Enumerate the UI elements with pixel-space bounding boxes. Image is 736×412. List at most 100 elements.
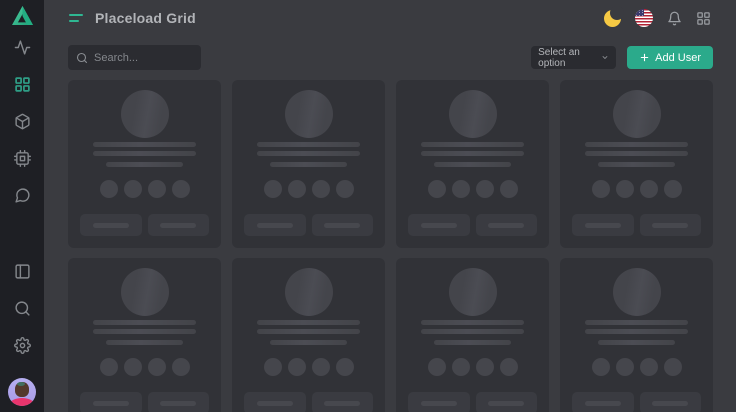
text-placeholder-lines — [78, 320, 211, 345]
placeholder-line — [585, 151, 689, 156]
sidebar-item-components[interactable] — [8, 115, 36, 133]
placeholder-line — [93, 142, 197, 147]
button-placeholder — [312, 214, 374, 236]
button-label-placeholder — [585, 223, 621, 228]
icon-dots-placeholder — [78, 180, 211, 198]
placeholder-line — [598, 162, 675, 167]
button-placeholders — [570, 392, 703, 412]
search-box — [68, 45, 201, 70]
user-card-placeholder — [560, 258, 713, 412]
button-label-placeholder — [488, 401, 524, 406]
avatar-shirt — [10, 398, 34, 406]
button-label-placeholder — [324, 401, 360, 406]
avatar-placeholder — [121, 268, 169, 316]
user-avatar[interactable] — [8, 378, 36, 406]
dot-placeholder — [124, 180, 142, 198]
avatar-placeholder — [613, 90, 661, 138]
avatar-placeholder — [449, 268, 497, 316]
user-card-placeholder — [232, 258, 385, 412]
text-placeholder-lines — [406, 142, 539, 167]
button-label-placeholder — [160, 223, 196, 228]
button-label-placeholder — [93, 401, 129, 406]
dot-placeholder — [664, 358, 682, 376]
sidebar-item-messages[interactable] — [8, 189, 36, 207]
button-placeholders — [242, 214, 375, 236]
button-placeholder — [80, 392, 142, 412]
select-value: Select an option — [538, 47, 601, 69]
sidebar-item-search[interactable] — [8, 302, 36, 320]
sidebar-item-dashboard-grid[interactable] — [8, 78, 36, 96]
button-placeholder — [244, 392, 306, 412]
apps-grid-icon[interactable] — [696, 11, 711, 26]
button-placeholders — [570, 214, 703, 236]
dot-placeholder — [616, 180, 634, 198]
text-placeholder-lines — [570, 142, 703, 167]
placeholder-line — [421, 142, 525, 147]
sidebar-bottom — [8, 265, 36, 412]
avatar-placeholder — [285, 90, 333, 138]
notifications-bell-icon[interactable] — [667, 11, 682, 26]
button-label-placeholder — [160, 401, 196, 406]
search-icon — [14, 300, 31, 322]
dot-placeholder — [428, 180, 446, 198]
user-card-placeholder — [68, 80, 221, 248]
box-icon — [14, 113, 31, 135]
placeholder-line — [434, 340, 511, 345]
dot-placeholder — [288, 358, 306, 376]
search-input[interactable] — [94, 52, 193, 64]
sidebar-item-panels[interactable] — [8, 265, 36, 283]
sidebar-item-activity[interactable] — [8, 41, 36, 59]
text-placeholder-lines — [242, 320, 375, 345]
triangle-logo-icon — [11, 5, 34, 31]
button-label-placeholder — [652, 401, 688, 406]
placeholder-line — [598, 340, 675, 345]
dot-placeholder — [148, 358, 166, 376]
dot-placeholder — [592, 180, 610, 198]
button-label-placeholder — [421, 223, 457, 228]
app-logo[interactable] — [0, 0, 44, 36]
menu-toggle-icon[interactable] — [69, 12, 85, 24]
button-label-placeholder — [257, 223, 293, 228]
add-user-button[interactable]: Add User — [627, 46, 713, 69]
button-placeholder — [476, 392, 538, 412]
dot-placeholder — [428, 358, 446, 376]
dot-placeholder — [452, 358, 470, 376]
placeholder-line — [421, 320, 525, 325]
main-area: Placeload Grid Select an option — [44, 0, 736, 412]
dot-placeholder — [312, 358, 330, 376]
button-placeholder — [80, 214, 142, 236]
icon-dots-placeholder — [570, 180, 703, 198]
dot-placeholder — [500, 180, 518, 198]
header-actions — [604, 9, 711, 27]
placeholder-line — [257, 329, 361, 334]
dot-placeholder — [100, 358, 118, 376]
sidebar-item-settings[interactable] — [8, 339, 36, 357]
sidebar — [0, 0, 44, 412]
option-select[interactable]: Select an option — [531, 46, 616, 69]
user-card-placeholder — [68, 258, 221, 412]
button-placeholders — [78, 214, 211, 236]
button-label-placeholder — [257, 401, 293, 406]
button-placeholders — [406, 214, 539, 236]
language-us-flag-icon[interactable] — [635, 9, 653, 27]
cpu-icon — [14, 150, 31, 172]
user-card-placeholder — [232, 80, 385, 248]
icon-dots-placeholder — [406, 180, 539, 198]
icon-dots-placeholder — [406, 358, 539, 376]
placeholder-line — [434, 162, 511, 167]
text-placeholder-lines — [78, 142, 211, 167]
dot-placeholder — [452, 180, 470, 198]
button-placeholder — [476, 214, 538, 236]
sidebar-item-elements[interactable] — [8, 152, 36, 170]
gear-icon — [14, 337, 31, 359]
button-placeholders — [242, 392, 375, 412]
panels-icon — [14, 263, 31, 285]
user-card-placeholder — [396, 80, 549, 248]
placeholder-line — [257, 320, 361, 325]
avatar-placeholder — [285, 268, 333, 316]
dark-mode-moon-icon[interactable] — [604, 10, 621, 27]
icon-dots-placeholder — [570, 358, 703, 376]
button-label-placeholder — [652, 223, 688, 228]
text-placeholder-lines — [242, 142, 375, 167]
dot-placeholder — [172, 358, 190, 376]
